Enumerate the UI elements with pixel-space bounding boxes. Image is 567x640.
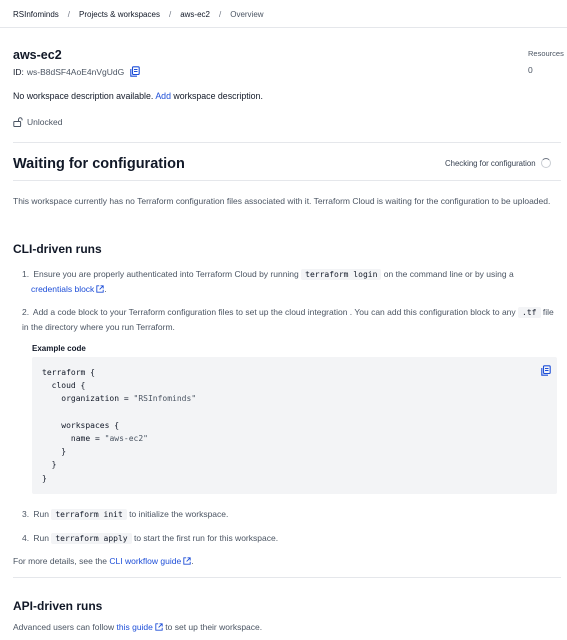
breadcrumb-workspace[interactable]: aws-ec2	[180, 10, 210, 19]
example-code-block: terraform { cloud { organization = "RSIn…	[32, 357, 557, 494]
link-label: credentials block	[31, 284, 95, 294]
lock-status-label: Unlocked	[27, 117, 63, 127]
step-text: on the command line or by using a	[383, 269, 514, 279]
workspace-id-value: ws-B8dSF4AoE4nVgUdG	[26, 66, 125, 77]
cli-section-title: CLI-driven runs	[13, 242, 102, 256]
cli-more-details: For more details, see the CLI workflow g…	[13, 556, 194, 566]
api-description: Advanced users can follow this guide to …	[13, 622, 262, 632]
config-status: Checking for configuration	[445, 158, 551, 168]
breadcrumb-current: Overview	[230, 9, 264, 19]
lock-status[interactable]: Unlocked	[13, 117, 62, 127]
workspace-name: aws-ec2	[13, 48, 62, 62]
api-guide-link[interactable]: this guide	[117, 622, 163, 632]
cli-step-1: 1. Ensure you are properly authenticated…	[22, 267, 558, 296]
step-number: 1.	[22, 269, 30, 279]
config-status-label: Checking for configuration	[445, 158, 536, 168]
add-description-link[interactable]: Add	[155, 91, 171, 101]
workspace-id: ID: ws-B8dSF4AoE4nVgUdG	[13, 66, 140, 77]
step-text: Ensure you are properly authenticated in…	[33, 269, 299, 279]
external-link-icon	[155, 623, 163, 631]
breadcrumb: RSInfominds / Projects & workspaces / aw…	[13, 8, 264, 20]
copy-icon[interactable]	[541, 365, 551, 376]
code-content: terraform { cloud { organization = "RSIn…	[42, 368, 197, 483]
step-text: Run	[33, 533, 49, 543]
section-divider	[13, 577, 561, 578]
resources-label: Resources	[528, 49, 564, 58]
resources-summary: Resources 0	[528, 49, 564, 75]
workspace-description: No workspace description available. Add …	[13, 91, 263, 101]
api-section-title: API-driven runs	[13, 599, 103, 613]
step-text: to initialize the workspace.	[129, 509, 229, 519]
cli-step-4: 4. Run terraform apply to start the firs…	[22, 531, 558, 546]
section-divider	[13, 142, 561, 143]
cli-step-2: 2. Add a code block to your Terraform co…	[22, 305, 558, 334]
breadcrumb-org[interactable]: RSInfominds	[13, 10, 59, 19]
inline-code: terraform login	[301, 269, 382, 280]
link-label: this guide	[116, 622, 153, 632]
link-label: CLI workflow guide	[109, 556, 182, 566]
step-text: Add a code block to your Terraform confi…	[32, 307, 516, 317]
breadcrumb-separator: /	[67, 9, 71, 19]
credentials-block-link[interactable]: credentials block	[31, 284, 104, 294]
cli-workflow-guide-link[interactable]: CLI workflow guide	[109, 556, 191, 566]
spinner-icon	[540, 158, 551, 168]
step-text: Run	[33, 509, 49, 519]
external-link-icon	[183, 557, 191, 565]
cli-step-3: 3. Run terraform init to initialize the …	[22, 507, 558, 522]
breadcrumb-separator: /	[168, 9, 172, 19]
example-code-label: Example code	[32, 344, 86, 353]
header-divider	[0, 27, 567, 28]
description-suffix: workspace description.	[173, 91, 263, 101]
more-text: For more details, see the	[13, 556, 108, 566]
inline-code: terraform apply	[51, 533, 132, 544]
api-text: Advanced users can follow	[13, 622, 115, 632]
inline-code: .tf	[518, 307, 541, 318]
step-number: 4.	[22, 533, 30, 543]
copy-icon[interactable]	[130, 66, 140, 77]
inline-code: terraform init	[51, 509, 127, 520]
config-intro: This workspace currently has no Terrafor…	[13, 196, 551, 206]
step-text: .	[104, 284, 107, 294]
breadcrumb-separator: /	[218, 9, 222, 19]
config-title: Waiting for configuration	[13, 156, 185, 172]
section-divider	[13, 180, 561, 181]
step-number: 2.	[22, 307, 30, 317]
breadcrumb-projects[interactable]: Projects & workspaces	[79, 10, 160, 19]
unlock-icon	[13, 117, 23, 127]
api-text: to set up their workspace.	[165, 622, 263, 632]
step-number: 3.	[22, 509, 30, 519]
more-text: .	[191, 556, 194, 566]
description-text: No workspace description available.	[13, 91, 154, 101]
resources-count: 0	[528, 65, 533, 75]
step-text: to start the first run for this workspac…	[133, 533, 279, 543]
workspace-id-label: ID:	[13, 66, 24, 77]
